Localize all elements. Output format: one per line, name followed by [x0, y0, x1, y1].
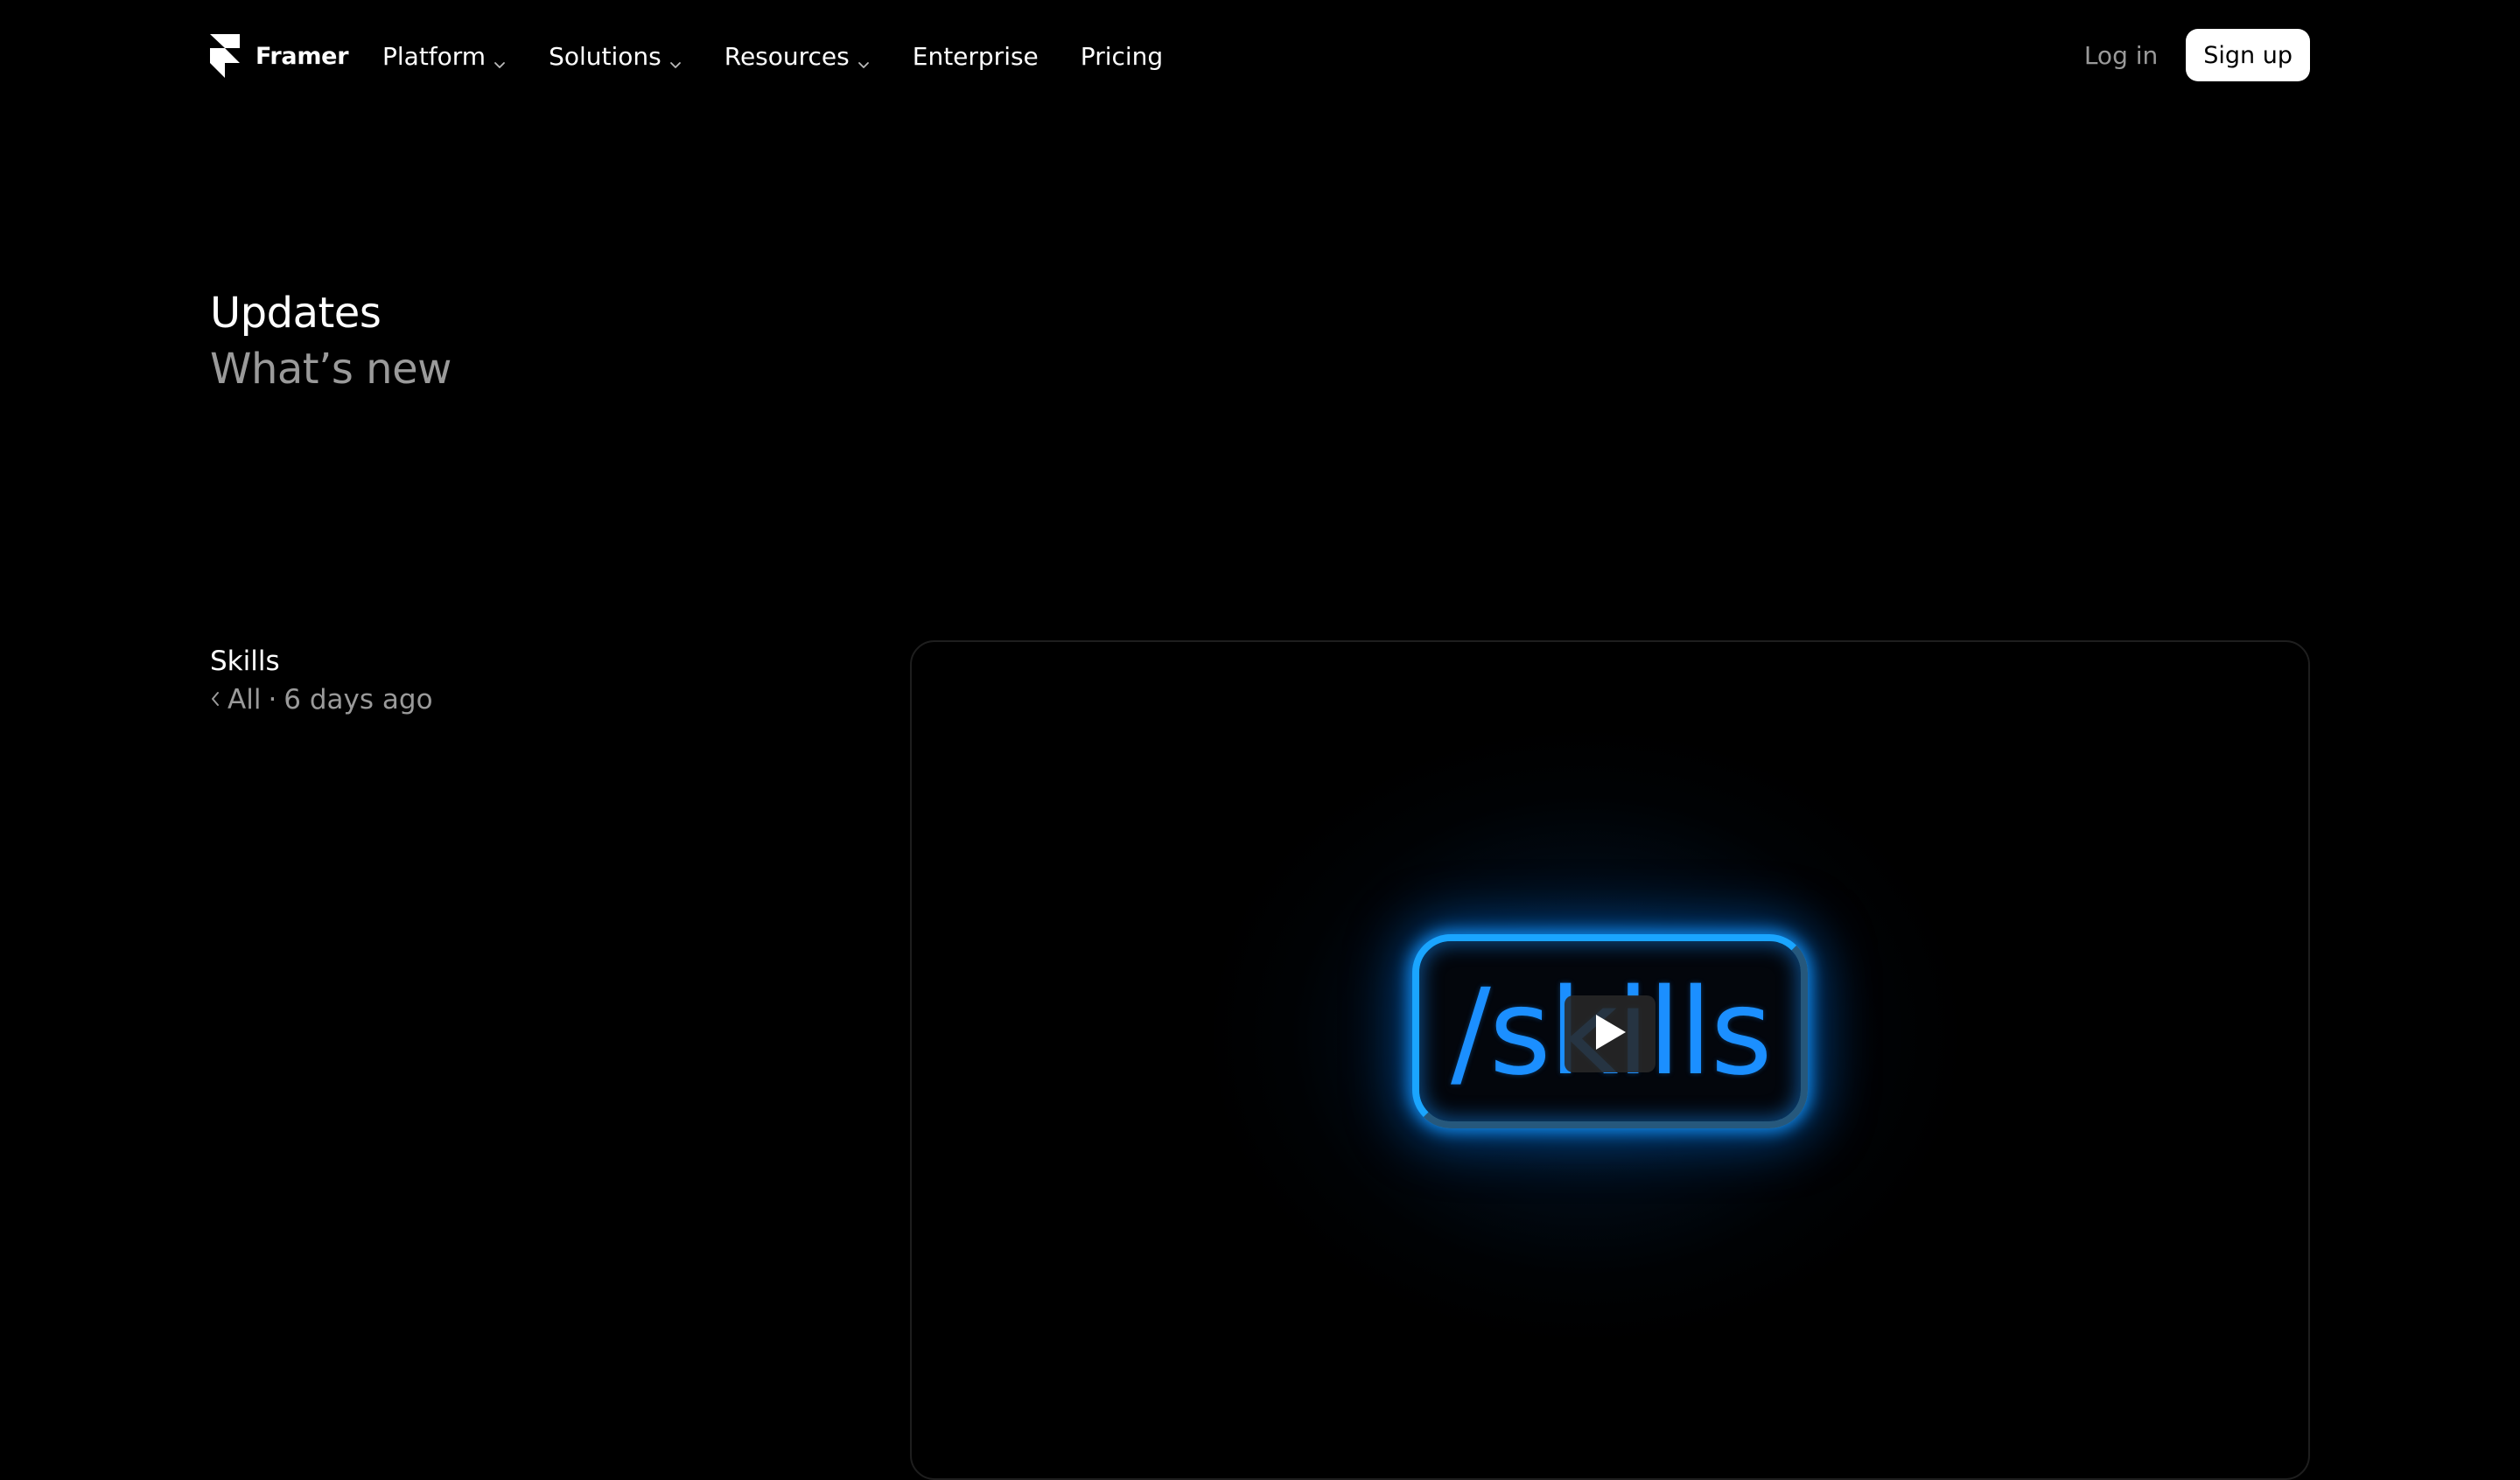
- page-title: Updates: [210, 289, 382, 338]
- nav-item-pricing[interactable]: Pricing: [1081, 42, 1163, 71]
- post-meta: Skills All · 6 days ago: [210, 642, 433, 719]
- chevron-left-icon: [210, 687, 220, 713]
- chevron-down-icon: [493, 49, 507, 68]
- nav-item-platform[interactable]: Platform: [382, 42, 507, 71]
- page-subtitle: What’s new: [210, 345, 452, 394]
- nav-item-label: Enterprise: [912, 41, 1039, 71]
- chevron-down-icon: [668, 49, 682, 68]
- top-nav: Framer Platform Solutions Resources Ente…: [0, 0, 2520, 112]
- nav-item-label: Resources: [724, 41, 850, 71]
- login-link[interactable]: Log in: [2084, 41, 2158, 70]
- back-to-all-link[interactable]: All: [210, 681, 261, 719]
- back-link-label: All: [228, 684, 262, 716]
- nav-item-solutions[interactable]: Solutions: [549, 42, 682, 71]
- nav-item-label: Solutions: [549, 41, 662, 71]
- auth-actions: Log in Sign up: [2084, 29, 2310, 81]
- post-subline: All · 6 days ago: [210, 681, 433, 719]
- nav-item-enterprise[interactable]: Enterprise: [913, 42, 1039, 71]
- post-timestamp: 6 days ago: [284, 684, 433, 716]
- framer-logo-link[interactable]: Framer: [210, 33, 349, 79]
- brand-name: Framer: [256, 42, 349, 70]
- nav-item-label: Pricing: [1080, 41, 1164, 71]
- nav-item-label: Platform: [382, 41, 486, 71]
- chevron-down-icon: [857, 49, 871, 68]
- signup-button[interactable]: Sign up: [2186, 29, 2310, 81]
- video-card[interactable]: /skills: [910, 640, 2310, 1480]
- nav-item-resources[interactable]: Resources: [724, 42, 871, 71]
- post-title: Skills: [210, 646, 280, 677]
- main-nav: Platform Solutions Resources Enterprise …: [382, 33, 1163, 79]
- framer-logo-icon: [210, 34, 240, 78]
- page-header: Updates What’s new: [210, 285, 452, 397]
- play-icon: [1592, 1013, 1628, 1055]
- meta-separator: ·: [268, 684, 277, 716]
- play-button[interactable]: [1564, 995, 1656, 1072]
